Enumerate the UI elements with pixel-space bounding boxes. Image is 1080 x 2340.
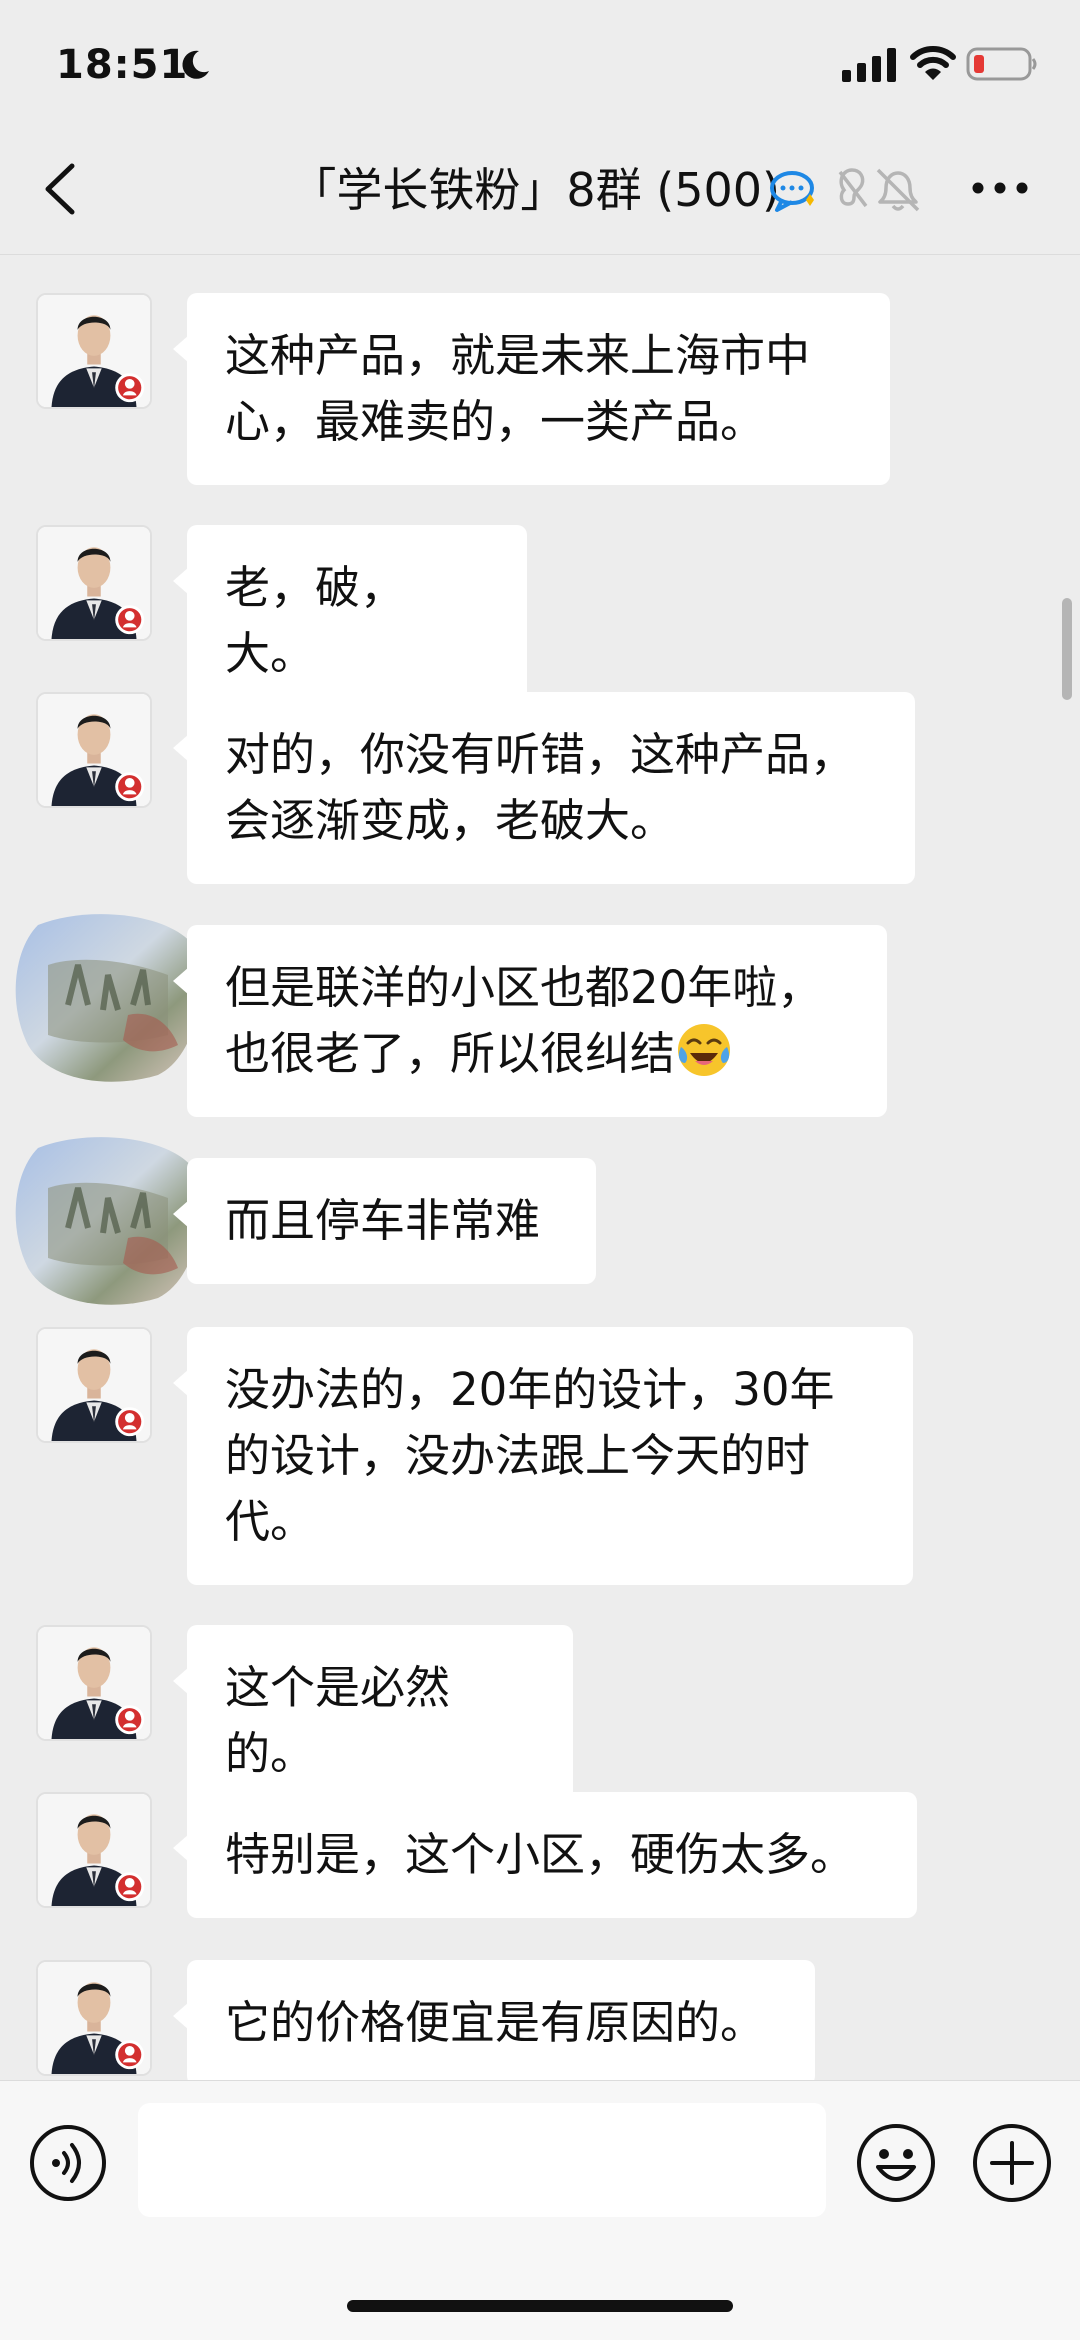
- emoji-button[interactable]: [854, 2121, 938, 2205]
- chat-bubble-icon: [770, 171, 814, 212]
- more-button[interactable]: [970, 168, 1030, 208]
- battery-icon: [966, 47, 1037, 81]
- message-bubble[interactable]: 但是联洋的小区也都20年啦，也很老了，所以很纠结: [173, 925, 887, 1117]
- message-bubble[interactable]: 对的，你没有听错，这种产品，会逐渐变成，老破大。: [173, 692, 915, 884]
- voice-button[interactable]: [28, 2123, 108, 2203]
- back-button[interactable]: [36, 160, 88, 218]
- member-avatar[interactable]: [36, 1327, 152, 1443]
- status-bar: 18:51: [0, 0, 1080, 120]
- status-time: 18:51: [56, 42, 189, 88]
- message-bubble[interactable]: 特别是，这个小区，硬伤太多。: [173, 1792, 917, 1918]
- scroll-indicator[interactable]: [1062, 598, 1072, 700]
- member-avatar[interactable]: [36, 692, 152, 808]
- nav-status-icons: [770, 168, 920, 212]
- nav-bar: 「学长铁粉」8群 (500): [0, 120, 1080, 255]
- message-bubble[interactable]: 没办法的，20年的设计，30年的设计，没办法跟上今天的时代。: [173, 1327, 913, 1585]
- ear-off-icon: [838, 168, 868, 208]
- group-title[interactable]: 「学长铁粉」8群 (500): [180, 162, 780, 218]
- member-avatar[interactable]: [36, 1960, 152, 2076]
- message-bubble[interactable]: 而且停车非常难: [173, 1158, 596, 1284]
- member-avatar[interactable]: [36, 293, 152, 409]
- bell-muted-icon: [876, 168, 920, 212]
- message-bubble[interactable]: 它的价格便宜是有原因的。: [173, 1960, 815, 2080]
- message-bubble[interactable]: 这种产品，就是未来上海市中心，最难卖的，一类产品。: [173, 293, 890, 485]
- signal-icon: [842, 48, 896, 82]
- member-avatar[interactable]: [36, 1625, 152, 1741]
- member-avatar[interactable]: [36, 1792, 152, 1908]
- laugh-cry-emoji-icon: [678, 1024, 731, 1076]
- message-bubble[interactable]: 这个是必然的。: [173, 1625, 573, 1817]
- message-input[interactable]: [138, 2103, 826, 2217]
- message-bubble[interactable]: 老，破，大。: [173, 525, 527, 717]
- member-avatar[interactable]: [8, 905, 208, 1085]
- wifi-icon: [910, 46, 956, 80]
- moon-icon: [182, 50, 209, 79]
- chat-area[interactable]: 这种产品，就是未来上海市中心，最难卖的，一类产品。 老，破，大。 对的，你没有听…: [0, 255, 1080, 2080]
- member-avatar[interactable]: [36, 525, 152, 641]
- home-indicator: [347, 2300, 733, 2312]
- plus-button[interactable]: [970, 2121, 1054, 2205]
